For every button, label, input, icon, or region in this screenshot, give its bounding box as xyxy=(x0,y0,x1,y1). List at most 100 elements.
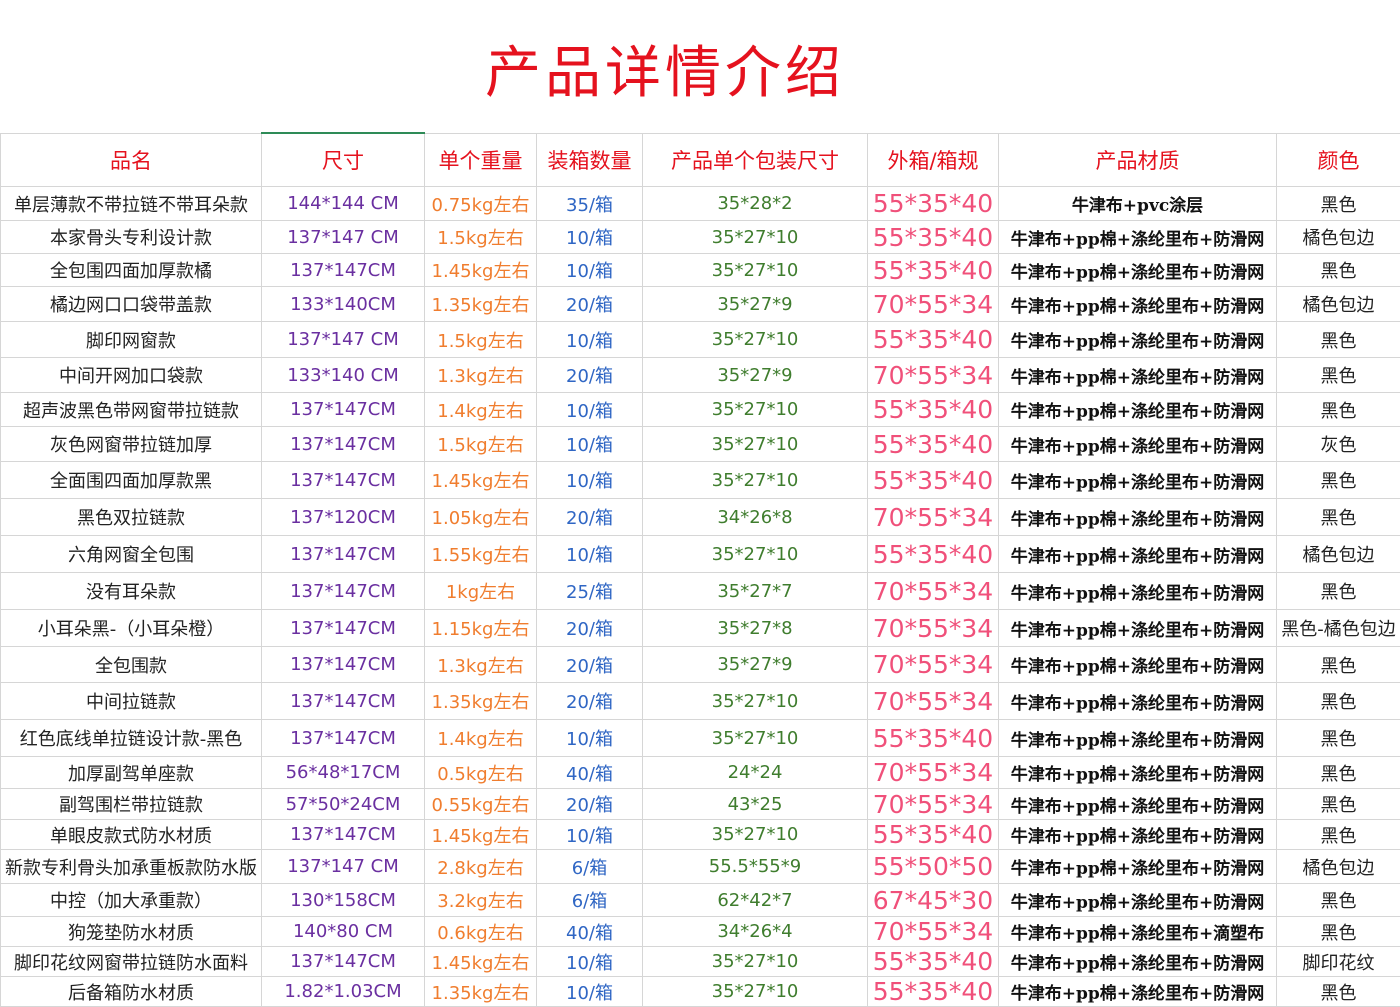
table-row: 小耳朵黑-（小耳朵橙）137*147CM1.15kg左右20/箱35*27*87… xyxy=(1,610,1400,647)
outer-box-size: 55*35*40 xyxy=(868,427,999,462)
table-row: 全面围四面加厚款黑137*147CM1.45kg左右10/箱35*27*1055… xyxy=(1,462,1400,499)
product-size: 137*147 CM xyxy=(262,322,425,358)
product-weight: 1.5kg左右 xyxy=(425,221,537,254)
product-weight: 1.45kg左右 xyxy=(425,947,537,977)
product-color: 黑色 xyxy=(1277,322,1400,358)
product-size: 57*50*24CM xyxy=(262,789,425,820)
outer-box-size: 70*55*34 xyxy=(868,647,999,683)
product-color: 黑色 xyxy=(1277,820,1400,850)
outer-box-size: 70*55*34 xyxy=(868,610,999,647)
table-row: 黑色双拉链款137*120CM1.05kg左右20/箱34*26*870*55*… xyxy=(1,499,1400,536)
table-header-row: 品名 尺寸 单个重量 装箱数量 产品单个包装尺寸 外箱/箱规 产品材质 颜色 xyxy=(1,133,1400,187)
header-size: 尺寸 xyxy=(262,133,425,187)
product-color: 黑色 xyxy=(1277,647,1400,683)
product-weight: 0.5kg左右 xyxy=(425,757,537,789)
table-row: 单层薄款不带拉链不带耳朵款144*144 CM0.75kg左右35/箱35*28… xyxy=(1,187,1400,221)
product-weight: 1.4kg左右 xyxy=(425,720,537,757)
header-outer: 外箱/箱规 xyxy=(868,133,999,187)
product-material: 牛津布+pp棉+涤纶里布+防滑网 xyxy=(999,287,1277,322)
product-name: 中间拉链款 xyxy=(1,683,262,720)
product-name: 红色底线单拉链设计款-黑色 xyxy=(1,720,262,757)
product-color: 黑色 xyxy=(1277,573,1400,610)
product-color: 黑色-橘色包边 xyxy=(1277,610,1400,647)
outer-box-size: 55*35*40 xyxy=(868,462,999,499)
product-name: 小耳朵黑-（小耳朵橙） xyxy=(1,610,262,647)
product-weight: 1.35kg左右 xyxy=(425,683,537,720)
product-material: 牛津布+pp棉+涤纶里布+防滑网 xyxy=(999,427,1277,462)
product-material: 牛津布+pp棉+涤纶里布+防滑网 xyxy=(999,358,1277,393)
product-size: 137*147CM xyxy=(262,393,425,427)
outer-box-size: 70*55*34 xyxy=(868,757,999,789)
product-name: 脚印花纹网窗带拉链防水面料 xyxy=(1,947,262,977)
product-size: 137*147CM xyxy=(262,462,425,499)
outer-box-size: 55*50*50 xyxy=(868,850,999,884)
box-quantity: 40/箱 xyxy=(537,917,643,947)
product-material: 牛津布+pp棉+涤纶里布+防滑网 xyxy=(999,322,1277,358)
box-quantity: 10/箱 xyxy=(537,322,643,358)
product-color: 橘色包边 xyxy=(1277,536,1400,573)
product-size: 56*48*17CM xyxy=(262,757,425,789)
product-size: 137*147CM xyxy=(262,683,425,720)
table-row: 加厚副驾单座款56*48*17CM0.5kg左右40/箱24*2470*55*3… xyxy=(1,757,1400,789)
product-size: 137*147CM xyxy=(262,947,425,977)
package-size: 34*26*4 xyxy=(643,917,868,947)
table-row: 后备箱防水材质1.82*1.03CM1.35kg左右10/箱35*27*1055… xyxy=(1,977,1400,1007)
product-material: 牛津布+pp棉+涤纶里布+防滑网 xyxy=(999,757,1277,789)
table-row: 本家骨头专利设计款137*147 CM1.5kg左右10/箱35*27*1055… xyxy=(1,221,1400,254)
header-material: 产品材质 xyxy=(999,133,1277,187)
package-size: 24*24 xyxy=(643,757,868,789)
box-quantity: 10/箱 xyxy=(537,462,643,499)
product-weight: 1.05kg左右 xyxy=(425,499,537,536)
outer-box-size: 70*55*34 xyxy=(868,499,999,536)
product-name: 副驾围栏带拉链款 xyxy=(1,789,262,820)
product-size: 140*80 CM xyxy=(262,917,425,947)
outer-box-size: 55*35*40 xyxy=(868,720,999,757)
product-size: 137*147CM xyxy=(262,647,425,683)
table-row: 副驾围栏带拉链款57*50*24CM0.55kg左右20/箱43*2570*55… xyxy=(1,789,1400,820)
product-weight: 1.5kg左右 xyxy=(425,427,537,462)
box-quantity: 20/箱 xyxy=(537,610,643,647)
header-qty: 装箱数量 xyxy=(537,133,643,187)
package-size: 35*27*8 xyxy=(643,610,868,647)
product-name: 超声波黑色带网窗带拉链款 xyxy=(1,393,262,427)
product-name: 没有耳朵款 xyxy=(1,573,262,610)
product-name: 中间开网加口袋款 xyxy=(1,358,262,393)
header-weight: 单个重量 xyxy=(425,133,537,187)
product-size: 137*147CM xyxy=(262,610,425,647)
product-material: 牛津布+pp棉+涤纶里布+防滑网 xyxy=(999,573,1277,610)
table-row: 脚印花纹网窗带拉链防水面料137*147CM1.45kg左右10/箱35*27*… xyxy=(1,947,1400,977)
table-row: 中间拉链款137*147CM1.35kg左右20/箱35*27*1070*55*… xyxy=(1,683,1400,720)
product-name: 橘边网口口袋带盖款 xyxy=(1,287,262,322)
box-quantity: 10/箱 xyxy=(537,393,643,427)
package-size: 35*28*2 xyxy=(643,187,868,221)
package-size: 35*27*7 xyxy=(643,573,868,610)
product-color: 黑色 xyxy=(1277,499,1400,536)
outer-box-size: 55*35*40 xyxy=(868,187,999,221)
box-quantity: 6/箱 xyxy=(537,850,643,884)
product-size: 137*120CM xyxy=(262,499,425,536)
product-name: 中控（加大承重款） xyxy=(1,884,262,917)
table-row: 脚印网窗款137*147 CM1.5kg左右10/箱35*27*1055*35*… xyxy=(1,322,1400,358)
header-pack: 产品单个包装尺寸 xyxy=(643,133,868,187)
product-color: 脚印花纹 xyxy=(1277,947,1400,977)
product-material: 牛津布+pp棉+涤纶里布+防滑网 xyxy=(999,647,1277,683)
outer-box-size: 55*35*40 xyxy=(868,254,999,287)
product-color: 黑色 xyxy=(1277,884,1400,917)
table-row: 六角网窗全包围137*147CM1.55kg左右10/箱35*27*1055*3… xyxy=(1,536,1400,573)
product-weight: 0.75kg左右 xyxy=(425,187,537,221)
product-material: 牛津布+pp棉+涤纶里布+防滑网 xyxy=(999,462,1277,499)
product-weight: 2.8kg左右 xyxy=(425,850,537,884)
product-name: 全包围款 xyxy=(1,647,262,683)
box-quantity: 10/箱 xyxy=(537,820,643,850)
product-size: 137*147 CM xyxy=(262,221,425,254)
product-material: 牛津布+pp棉+涤纶里布+防滑网 xyxy=(999,499,1277,536)
product-color: 黑色 xyxy=(1277,254,1400,287)
box-quantity: 20/箱 xyxy=(537,647,643,683)
product-weight: 3.2kg左右 xyxy=(425,884,537,917)
product-weight: 1.3kg左右 xyxy=(425,358,537,393)
product-weight: 1.3kg左右 xyxy=(425,647,537,683)
product-material: 牛津布+pp棉+涤纶里布+防滑网 xyxy=(999,820,1277,850)
package-size: 35*27*9 xyxy=(643,358,868,393)
outer-box-size: 55*35*40 xyxy=(868,977,999,1007)
product-weight: 1.55kg左右 xyxy=(425,536,537,573)
